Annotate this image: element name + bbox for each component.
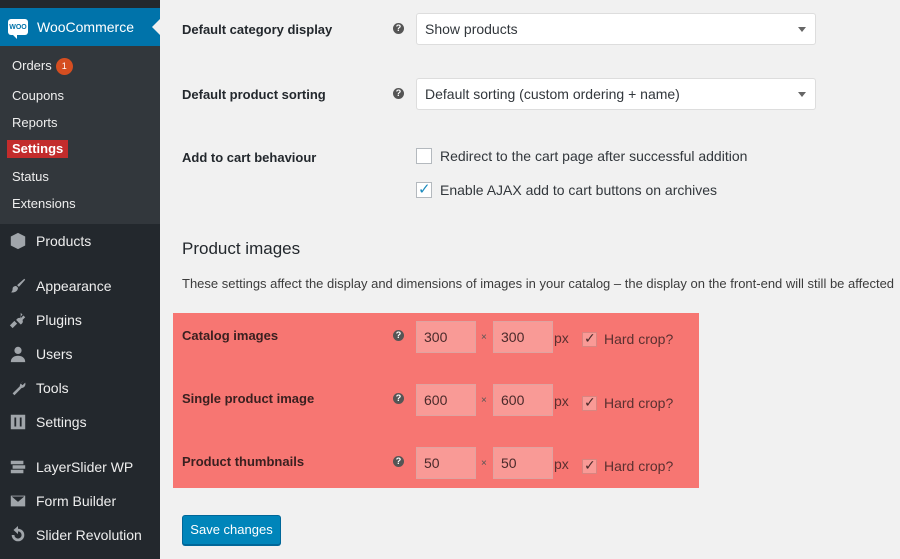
product-sorting-value: Default sorting (custom ordering + name) xyxy=(425,86,680,102)
plug-icon xyxy=(8,310,28,330)
menu-item-woocommerce[interactable]: WOO WooCommerce xyxy=(0,8,160,46)
catalog-images-label: Catalog images xyxy=(182,328,279,343)
menu-label-woocommerce: WooCommerce xyxy=(37,19,134,35)
submenu-item-status[interactable]: Status xyxy=(12,169,49,184)
catalog-hard-crop-option[interactable]: Hard crop? xyxy=(582,330,674,347)
catalog-width-input[interactable]: 300 xyxy=(416,321,476,353)
refresh-icon xyxy=(8,525,28,545)
thumbnail-hard-crop-option[interactable]: Hard crop? xyxy=(582,457,674,474)
submenu-label-orders: Orders xyxy=(12,58,52,73)
envelope-icon xyxy=(8,491,28,511)
ajax-add-to-cart-label: Enable AJAX add to cart buttons on archi… xyxy=(440,182,718,198)
menu-item-products[interactable]: Products xyxy=(0,225,160,257)
menu-label-settings: Settings xyxy=(36,414,87,430)
menu-item-tools[interactable]: Tools xyxy=(0,372,160,404)
box-icon xyxy=(8,231,28,251)
woocommerce-submenu: Orders 1 Coupons Reports Settings Status … xyxy=(0,46,160,224)
menu-item-layerslider[interactable]: LayerSlider WP xyxy=(0,451,160,483)
help-icon[interactable]: ? xyxy=(393,393,404,404)
menu-label-slider-revolution: Slider Revolution xyxy=(36,527,142,543)
unit-label: px xyxy=(554,330,569,346)
menu-label-layerslider: LayerSlider WP xyxy=(36,459,134,475)
menu-item-settings[interactable]: Settings xyxy=(0,406,160,438)
single-hard-crop-option[interactable]: Hard crop? xyxy=(582,394,674,411)
category-display-label: Default category display xyxy=(182,22,333,37)
submenu-item-orders[interactable]: Orders 1 xyxy=(12,58,73,75)
category-display-select[interactable]: Show products xyxy=(416,13,816,45)
ajax-add-to-cart-checkbox[interactable] xyxy=(416,180,432,198)
catalog-height-input[interactable]: 300 xyxy=(493,321,553,353)
thumbnail-width-input[interactable]: 50 xyxy=(416,447,476,479)
hard-crop-label: Hard crop? xyxy=(604,395,674,411)
unit-label: px xyxy=(554,456,569,472)
thumbnail-height-input[interactable]: 50 xyxy=(493,447,553,479)
category-display-value: Show products xyxy=(425,21,518,37)
help-icon[interactable]: ? xyxy=(393,23,404,34)
wrench-icon xyxy=(8,378,28,398)
woocommerce-logo-icon: WOO xyxy=(8,19,28,39)
paintbrush-icon xyxy=(8,276,28,296)
ajax-add-to-cart-option[interactable]: Enable AJAX add to cart buttons on archi… xyxy=(416,180,718,198)
menu-label-users: Users xyxy=(36,346,73,362)
product-images-description: These settings affect the display and di… xyxy=(182,276,895,291)
submenu-item-reports[interactable]: Reports xyxy=(12,115,58,130)
menu-label-products: Products xyxy=(36,233,92,249)
single-hard-crop-checkbox[interactable] xyxy=(582,394,597,411)
submenu-item-extensions[interactable]: Extensions xyxy=(12,196,76,211)
submenu-item-settings[interactable]: Settings xyxy=(7,140,69,158)
menu-label-plugins: Plugins xyxy=(36,312,82,328)
menu-item-appearance[interactable]: Appearance xyxy=(0,270,160,302)
single-height-input[interactable]: 600 xyxy=(493,384,553,416)
menu-label-appearance: Appearance xyxy=(36,278,112,294)
times-symbol: × xyxy=(481,395,487,406)
add-to-cart-label: Add to cart behaviour xyxy=(182,150,317,165)
product-sorting-select[interactable]: Default sorting (custom ordering + name) xyxy=(416,78,816,110)
submenu-item-coupons[interactable]: Coupons xyxy=(12,88,64,103)
admin-sidebar: WOO WooCommerce Orders 1 Coupons Reports … xyxy=(0,0,160,559)
chevron-down-icon xyxy=(798,27,806,32)
sliders-icon xyxy=(8,412,28,432)
thumbnail-hard-crop-checkbox[interactable] xyxy=(582,457,597,474)
unit-label: px xyxy=(554,393,569,409)
hard-crop-label: Hard crop? xyxy=(604,458,674,474)
help-icon[interactable]: ? xyxy=(393,88,404,99)
product-sorting-label: Default product sorting xyxy=(182,87,326,102)
times-symbol: × xyxy=(481,332,487,343)
product-images-heading: Product images xyxy=(182,239,301,258)
redirect-to-cart-label: Redirect to the cart page after successf… xyxy=(440,148,748,164)
times-symbol: × xyxy=(481,458,487,469)
help-icon[interactable]: ? xyxy=(393,330,404,341)
chevron-down-icon xyxy=(798,92,806,97)
menu-item-form-builder[interactable]: Form Builder xyxy=(0,485,160,517)
layers-icon xyxy=(8,457,28,477)
orders-count-badge: 1 xyxy=(55,58,73,75)
menu-label-tools: Tools xyxy=(36,380,69,396)
redirect-to-cart-checkbox[interactable] xyxy=(416,148,432,164)
help-icon[interactable]: ? xyxy=(393,456,404,467)
menu-label-form-builder: Form Builder xyxy=(36,493,117,509)
single-product-image-label: Single product image xyxy=(182,391,315,406)
user-icon xyxy=(8,344,28,364)
catalog-hard-crop-checkbox[interactable] xyxy=(582,330,597,347)
save-changes-button[interactable]: Save changes xyxy=(182,515,281,545)
menu-item-plugins[interactable]: Plugins xyxy=(0,304,160,336)
menu-item-slider-revolution[interactable]: Slider Revolution xyxy=(0,519,160,551)
menu-item-users[interactable]: Users xyxy=(0,338,160,370)
product-thumbnails-label: Product thumbnails xyxy=(182,454,305,469)
redirect-to-cart-option[interactable]: Redirect to the cart page after successf… xyxy=(416,148,747,164)
hard-crop-label: Hard crop? xyxy=(604,331,674,347)
single-width-input[interactable]: 600 xyxy=(416,384,476,416)
